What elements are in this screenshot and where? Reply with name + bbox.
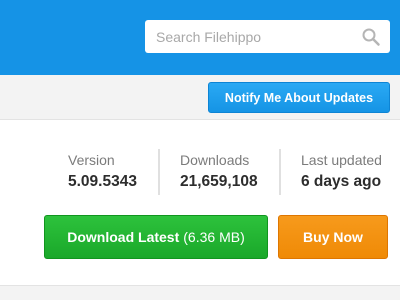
version-label: Version xyxy=(68,152,115,168)
search-box[interactable] xyxy=(145,20,390,53)
stat-version: Version 5.09.5343 xyxy=(68,152,137,191)
program-info-card xyxy=(0,120,400,286)
site-header xyxy=(0,0,400,75)
stat-last-updated: Last updated 6 days ago xyxy=(301,152,382,191)
search-input[interactable] xyxy=(145,20,355,53)
download-label: Download Latest xyxy=(67,229,180,245)
downloads-value: 21,659,108 xyxy=(180,173,258,190)
search-icon[interactable] xyxy=(361,27,381,47)
stat-divider xyxy=(279,149,281,195)
notify-updates-button[interactable]: Notify Me About Updates xyxy=(208,82,390,113)
stat-downloads: Downloads 21,659,108 xyxy=(180,152,258,191)
download-size: (6.36 MB) xyxy=(183,229,245,245)
last-updated-value: 6 days ago xyxy=(301,173,382,190)
download-latest-button[interactable]: Download Latest (6.36 MB) xyxy=(44,215,268,259)
last-updated-label: Last updated xyxy=(301,152,382,168)
stat-divider xyxy=(158,149,160,195)
version-value: 5.09.5343 xyxy=(68,173,137,190)
buy-now-button[interactable]: Buy Now xyxy=(278,215,388,259)
downloads-label: Downloads xyxy=(180,152,250,168)
